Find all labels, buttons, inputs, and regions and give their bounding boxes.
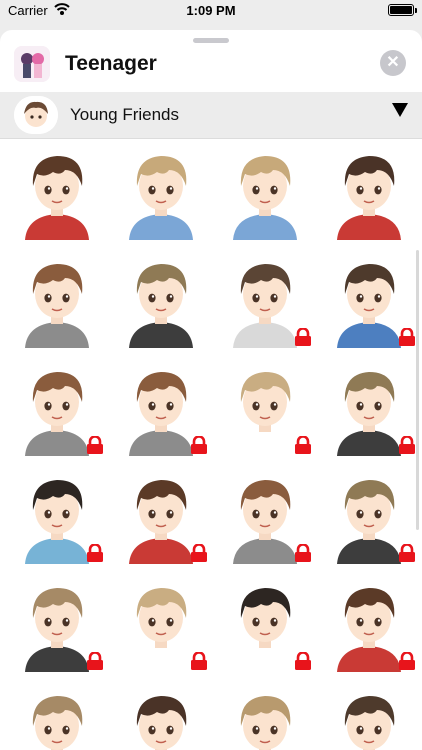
- sticker-art: [233, 156, 297, 240]
- pack-name: Young Friends: [70, 105, 180, 124]
- header: Teenager ✕: [0, 44, 422, 94]
- lock-icon: [397, 327, 417, 346]
- sticker-art: [25, 264, 89, 348]
- sticker-item[interactable]: [319, 680, 419, 750]
- app-icon: [14, 46, 50, 82]
- sticker-art: [25, 156, 89, 240]
- lock-icon: [293, 327, 313, 346]
- sticker-item[interactable]: [215, 680, 315, 750]
- sticker-item[interactable]: [215, 356, 315, 456]
- sticker-item[interactable]: [215, 572, 315, 672]
- lock-icon: [85, 543, 105, 562]
- sticker-item[interactable]: [111, 356, 211, 456]
- lock-icon: [85, 435, 105, 454]
- sticker-sheet: Teenager ✕ Young Friends: [0, 30, 422, 750]
- sticker-item[interactable]: [111, 680, 211, 750]
- sticker-item[interactable]: [215, 248, 315, 348]
- sticker-item[interactable]: [319, 356, 419, 456]
- status-bar: Carrier 1:09 PM: [0, 0, 422, 22]
- sticker-item[interactable]: [319, 572, 419, 672]
- sticker-item[interactable]: [215, 464, 315, 564]
- sticker-art: [129, 156, 193, 240]
- sticker-art: [129, 264, 193, 348]
- sticker-art: [240, 696, 291, 750]
- sticker-art: [344, 696, 395, 750]
- lock-icon: [397, 543, 417, 562]
- page-title: Teenager: [65, 52, 157, 75]
- lock-icon: [293, 543, 313, 562]
- sticker-item[interactable]: [7, 248, 107, 348]
- pack-thumbnail: [14, 96, 58, 134]
- battery-icon: [388, 4, 417, 16]
- lock-icon: [189, 543, 209, 562]
- sticker-item[interactable]: [7, 572, 107, 672]
- sticker-item[interactable]: [7, 140, 107, 240]
- sticker-art: [32, 696, 83, 750]
- clock: 1:09 PM: [186, 3, 236, 18]
- pack-selector[interactable]: Young Friends: [0, 92, 422, 139]
- lock-icon: [85, 651, 105, 670]
- sticker-item[interactable]: [7, 464, 107, 564]
- lock-icon: [293, 435, 313, 454]
- sticker-item[interactable]: [111, 464, 211, 564]
- close-button[interactable]: ✕: [380, 50, 406, 76]
- lock-icon: [397, 651, 417, 670]
- sticker-item[interactable]: [319, 140, 419, 240]
- sheet-grabber[interactable]: [193, 38, 229, 43]
- lock-icon: [397, 435, 417, 454]
- sticker-item[interactable]: [111, 572, 211, 672]
- sticker-art: [136, 696, 187, 750]
- scrollbar[interactable]: [416, 250, 419, 530]
- lock-icon: [189, 651, 209, 670]
- sticker-item[interactable]: [111, 140, 211, 240]
- sticker-item[interactable]: [215, 140, 315, 240]
- sticker-item[interactable]: [111, 248, 211, 348]
- lock-icon: [189, 435, 209, 454]
- sticker-item[interactable]: [7, 680, 107, 750]
- sticker-item[interactable]: [319, 464, 419, 564]
- triangle-down-icon[interactable]: [392, 103, 408, 117]
- close-icon: ✕: [386, 54, 400, 71]
- lock-icon: [293, 651, 313, 670]
- sticker-art: [337, 156, 401, 240]
- sticker-item[interactable]: [7, 356, 107, 456]
- sticker-item[interactable]: [319, 248, 419, 348]
